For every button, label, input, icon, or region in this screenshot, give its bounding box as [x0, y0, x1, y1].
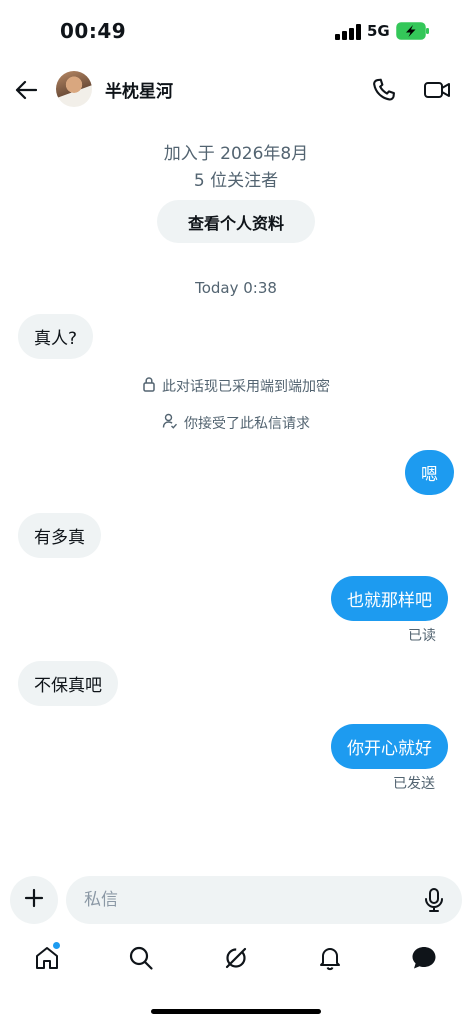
phone-icon[interactable]	[370, 76, 398, 104]
battery-charging-icon	[396, 22, 430, 40]
encryption-notice-text: 此对话现已采用端到端加密	[162, 379, 330, 395]
bell-icon[interactable]	[314, 942, 346, 974]
search-icon[interactable]	[125, 942, 157, 974]
sent-receipt: 已发送	[393, 776, 435, 792]
plus-icon	[24, 888, 44, 912]
avatar[interactable]	[56, 71, 92, 107]
lock-icon	[142, 376, 156, 396]
message-outgoing[interactable]: 嗯	[405, 450, 454, 495]
microphone-icon[interactable]	[421, 886, 447, 914]
add-media-button[interactable]	[10, 876, 58, 924]
chat-header: 半枕星河	[0, 64, 472, 116]
message-incoming[interactable]: 有多真	[18, 513, 101, 558]
follower-count: 5 位关注者	[193, 171, 279, 191]
read-receipt: 已读	[408, 628, 436, 644]
back-arrow-icon[interactable]	[12, 76, 40, 104]
message-incoming[interactable]: 不保真吧	[18, 661, 118, 706]
view-profile-button[interactable]: 查看个人资料	[157, 200, 315, 243]
accepted-notice-text: 你接受了此私信请求	[184, 416, 310, 432]
message-input[interactable]	[66, 876, 462, 924]
network-label: 5G	[367, 22, 390, 40]
contact-name[interactable]: 半枕星河	[105, 77, 173, 102]
video-camera-icon[interactable]	[422, 76, 452, 104]
status-time: 00:49	[60, 19, 127, 43]
person-check-icon	[162, 413, 178, 433]
signal-icon	[335, 24, 361, 40]
status-bar: 00:49 5G	[0, 0, 472, 64]
message-outgoing[interactable]: 你开心就好	[331, 724, 448, 769]
accepted-notice: 你接受了此私信请求	[0, 413, 472, 433]
message-icon[interactable]	[408, 942, 440, 974]
conversation-timestamp: Today 0:38	[195, 279, 277, 297]
home-notification-dot	[53, 942, 60, 949]
home-indicator	[151, 1009, 321, 1014]
message-incoming[interactable]: 真人?	[18, 314, 94, 359]
grok-icon[interactable]	[220, 942, 252, 974]
joined-date: 加入于 2026年8月	[163, 144, 309, 164]
encryption-notice: 此对话现已采用端到端加密	[0, 376, 472, 396]
message-outgoing[interactable]: 也就那样吧	[331, 576, 448, 621]
